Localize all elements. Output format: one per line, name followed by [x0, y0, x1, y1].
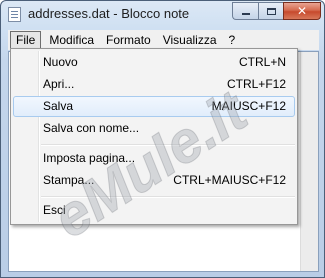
- menu-item-label: Esci: [43, 203, 66, 217]
- menu-bar: File Modifica Formato Visualizza ?: [8, 30, 319, 50]
- menu-item-esci[interactable]: Esci: [13, 200, 295, 221]
- vertical-scrollbar[interactable]: [300, 52, 318, 271]
- close-button[interactable]: ✕: [283, 2, 321, 20]
- menu-help[interactable]: ?: [223, 31, 242, 49]
- menu-item-nuovo[interactable]: Nuovo CTRL+N: [13, 52, 295, 73]
- menu-visualizza[interactable]: Visualizza: [157, 31, 223, 49]
- menu-file[interactable]: File: [10, 31, 42, 49]
- menu-item-salva-con-nome[interactable]: Salva con nome...: [13, 118, 295, 139]
- menu-item-shortcut: CTRL+MAIUSC+F12: [173, 173, 286, 187]
- maximize-button[interactable]: [258, 2, 283, 20]
- menu-item-label: Apri...: [43, 77, 75, 91]
- menu-separator: [41, 144, 295, 145]
- minimize-button[interactable]: [232, 2, 258, 20]
- notepad-app-icon[interactable]: [8, 7, 21, 22]
- menu-formato[interactable]: Formato: [100, 31, 157, 49]
- menu-item-label: Stampa...: [43, 173, 95, 187]
- close-icon: ✕: [296, 4, 308, 18]
- maximize-icon: [266, 7, 276, 15]
- menu-item-label: Salva: [43, 99, 74, 113]
- menu-item-salva[interactable]: Salva MAIUSC+F12: [13, 96, 295, 117]
- menu-item-apri[interactable]: Apri... CTRL+F12: [13, 74, 295, 95]
- menu-item-imposta-pagina[interactable]: Imposta pagina...: [13, 148, 295, 169]
- minimize-icon: [241, 13, 250, 15]
- title-bar[interactable]: addresses.dat - Blocco note ✕: [1, 1, 324, 29]
- file-menu-dropdown: Nuovo CTRL+N Apri... CTRL+F12 Salva MAIU…: [10, 48, 298, 225]
- menu-item-shortcut: CTRL+N: [238, 55, 286, 69]
- menu-item-stampa[interactable]: Stampa... CTRL+MAIUSC+F12: [13, 170, 295, 191]
- menu-separator: [41, 196, 295, 197]
- menu-item-shortcut: CTRL+F12: [226, 77, 286, 91]
- menu-modifica[interactable]: Modifica: [43, 31, 100, 49]
- menu-item-label: Nuovo: [43, 55, 78, 69]
- window-title: addresses.dat - Blocco note: [28, 6, 190, 21]
- menu-item-label: Salva con nome...: [43, 121, 140, 135]
- menu-item-shortcut: MAIUSC+F12: [211, 99, 286, 113]
- menu-item-label: Imposta pagina...: [43, 151, 136, 165]
